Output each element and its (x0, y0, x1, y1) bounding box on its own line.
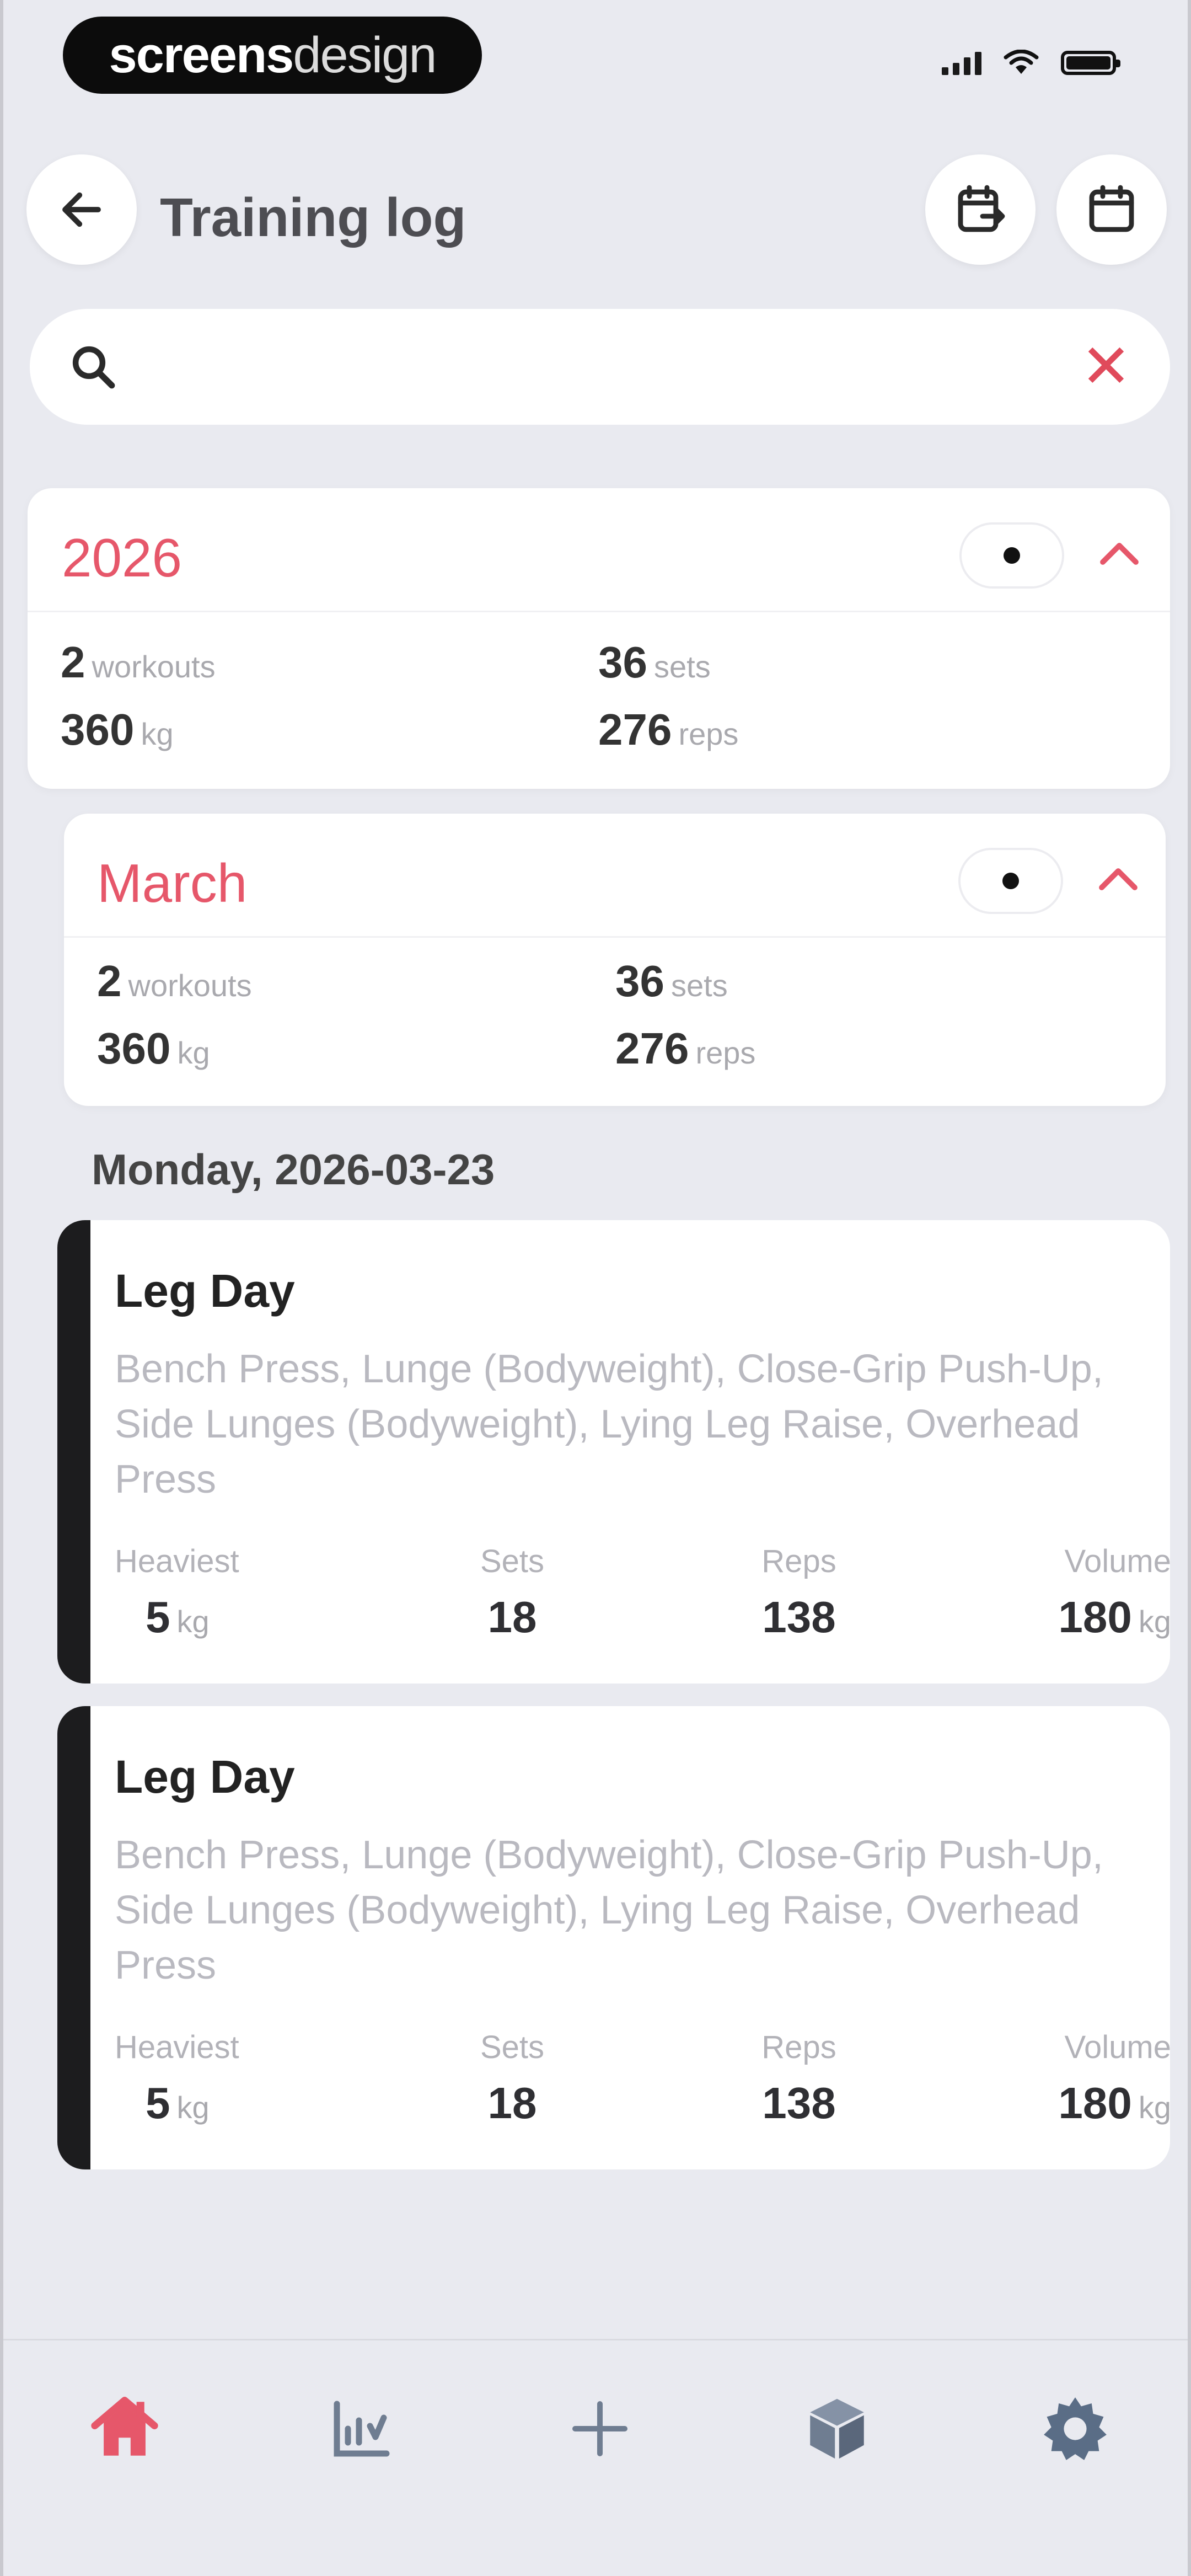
month-stats: 2 workouts 36 sets 360 kg 276 reps (97, 956, 1133, 1074)
page-title: Training log (160, 187, 466, 248)
chevron-up-icon[interactable] (1091, 854, 1146, 910)
app-frame: screens design Training log ✕ 2026 2 wor… (0, 0, 1191, 2576)
exercise-list: Bench Press, Lunge (Bodyweight), Close-G… (115, 1347, 1103, 1501)
metric-reps: Reps 138 (761, 2029, 836, 2128)
month-reps: 276 reps (615, 1024, 756, 1073)
year-workouts: 2 workouts (61, 638, 216, 687)
brand-logo-bold: screens (109, 26, 294, 83)
year-reps: 276 reps (598, 705, 739, 754)
year-summary-header: 2026 (28, 488, 1170, 612)
dot-icon (1004, 547, 1020, 564)
brand-logo: screens design (63, 17, 482, 94)
metric-heaviest: Heaviest 5 kg (115, 1543, 239, 1642)
arrow-left-icon (62, 192, 101, 227)
search-input[interactable] (146, 341, 1081, 392)
chart-icon (334, 2401, 390, 2457)
box-icon (810, 2398, 864, 2459)
exercise-list: Bench Press, Lunge (Bodyweight), Close-G… (115, 1833, 1103, 1987)
clear-search-button[interactable]: ✕ (1081, 336, 1131, 397)
day-header: Monday, 2026-03-23 (92, 1145, 495, 1194)
app-header: Training log (3, 149, 1188, 270)
metric-volume: Volume 180 kg (1058, 1543, 1170, 1642)
metric-sets: Sets 18 (480, 2029, 545, 2128)
status-bar: screens design (3, 0, 1188, 110)
month-weight: 360 kg (97, 1024, 210, 1073)
nav-add[interactable] (556, 2385, 644, 2473)
calendar-button[interactable] (1056, 154, 1167, 265)
nav-library[interactable] (793, 2385, 881, 2473)
calendar-swap-icon (958, 185, 1005, 232)
workout-name: Leg Day (115, 1751, 295, 1803)
search-icon (72, 346, 115, 389)
metric-heaviest: Heaviest 5 kg (115, 2029, 239, 2128)
workout-name: Leg Day (115, 1265, 295, 1317)
gear-icon (1044, 2397, 1107, 2460)
wifi-icon (1004, 50, 1039, 74)
brand-logo-light: design (293, 26, 437, 83)
battery-icon (1061, 51, 1120, 75)
back-button[interactable] (26, 154, 137, 265)
nav-settings[interactable] (1031, 2385, 1119, 2473)
signal-icon (942, 51, 981, 75)
metric-sets: Sets 18 (480, 1543, 545, 1642)
calendar-icon (1089, 185, 1134, 232)
year-toggle-button[interactable] (959, 522, 1064, 589)
year-summary-card[interactable]: 2026 2 workouts 36 sets 360 kg 276 reps (28, 488, 1170, 789)
bottom-nav (3, 2339, 1188, 2576)
month-toggle-button[interactable] (958, 848, 1063, 914)
month-summary-header: March (64, 814, 1166, 938)
search-bar: ✕ (30, 309, 1170, 425)
plus-icon (572, 2401, 627, 2456)
month-workouts: 2 workouts (97, 956, 252, 1006)
nav-stats[interactable] (318, 2385, 406, 2473)
home-icon (91, 2397, 158, 2456)
workout-card[interactable]: Leg Day Bench Press, Lunge (Bodyweight),… (57, 1220, 1170, 1684)
workout-card[interactable]: Leg Day Bench Press, Lunge (Bodyweight),… (57, 1706, 1170, 2169)
year-weight: 360 kg (61, 705, 174, 754)
year-sets: 36 sets (598, 638, 711, 687)
nav-home[interactable] (81, 2385, 169, 2473)
calendar-swap-button[interactable] (925, 154, 1036, 265)
metric-reps: Reps 138 (761, 1543, 836, 1642)
chevron-up-icon[interactable] (1092, 529, 1147, 584)
metric-volume: Volume 180 kg (1058, 2029, 1170, 2128)
month-summary-card[interactable]: March 2 workouts 36 sets 360 kg 276 reps (64, 814, 1166, 1106)
year-stats: 2 workouts 36 sets 360 kg 276 reps (61, 637, 1137, 755)
year-title: 2026 (62, 527, 183, 588)
month-sets: 36 sets (615, 956, 728, 1006)
month-title: March (97, 853, 248, 913)
status-icons (942, 50, 1120, 76)
dot-icon (1002, 873, 1019, 889)
